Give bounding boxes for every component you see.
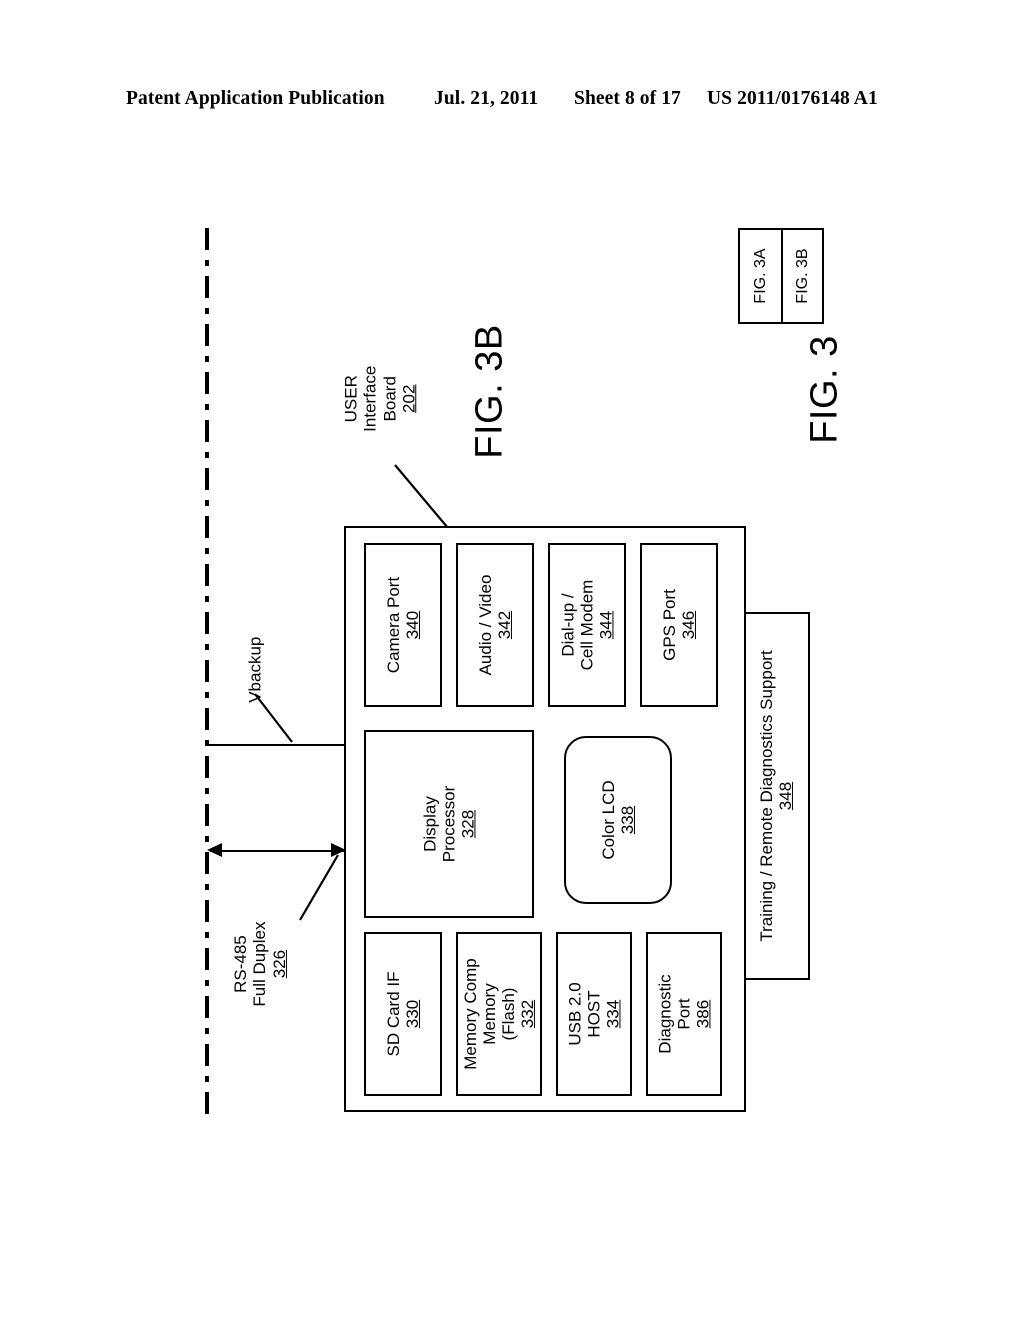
vbackup-connector-line [207, 744, 346, 746]
display-processor-line1: Display [420, 796, 440, 852]
block-memory-comp-memory-flash: Memory Comp Memory (Flash) 332 [456, 932, 542, 1096]
block-diagnostic-port-label: Diagnostic Port 386 [655, 974, 712, 1053]
block-camera-port-label: Camera Port 340 [384, 577, 422, 673]
diagnostic-port-line1: Diagnostic [655, 974, 675, 1054]
block-color-lcd: Color LCD 338 [564, 736, 672, 904]
rs485-leader [299, 854, 339, 921]
figure-caption-3b: FIG. 3B [469, 322, 512, 462]
block-gps-port: GPS Port 346 [640, 543, 718, 707]
sd-card-if-line1: SD Card IF [383, 971, 403, 1057]
figure-caption-3b-text: FIG. 3B [468, 324, 511, 459]
gps-port-ref-number: 346 [679, 610, 698, 640]
block-sd-card-if-label: SD Card IF 330 [384, 971, 422, 1056]
block-dialup-cell-modem-label: Dial-up / Cell Modem 344 [558, 580, 615, 671]
user-interface-board: Camera Port 340 Audio / Video 342 Dial-u… [344, 526, 746, 1112]
board-label: USER Interface Board 202 [341, 344, 419, 454]
block-gps-port-label: GPS Port 346 [660, 589, 698, 661]
memory-line1: Memory Comp [460, 958, 480, 1070]
figure-caption-3: FIG. 3 [804, 325, 847, 455]
block-usb-host: USB 2.0 HOST 334 [556, 932, 632, 1096]
usb-host-line1: USB 2.0 [565, 982, 585, 1046]
rs485-connector-line [210, 850, 344, 852]
dialup-line2: Cell Modem [577, 579, 597, 671]
block-display-processor: Display Processor 328 [364, 730, 534, 918]
rs485-ref-number: 326 [269, 949, 289, 979]
usb-host-line2: HOST [584, 990, 604, 1038]
block-display-processor-label: Display Processor 328 [420, 786, 477, 863]
block-color-lcd-label: Color LCD 338 [599, 780, 637, 859]
figure-key-box: FIG. 3A FIG. 3B [738, 228, 824, 324]
gps-port-line1: GPS Port [659, 589, 679, 661]
dialup-line1: Dial-up / [558, 593, 578, 657]
memory-line3: (Flash) [499, 987, 518, 1041]
sd-card-if-ref-number: 330 [403, 999, 422, 1029]
audio-video-line1: Audio / Video [475, 574, 495, 676]
figure-key-cell-3b: FIG. 3B [781, 230, 822, 322]
display-processor-line2: Processor [439, 785, 459, 863]
sheet-boundary-dashdot-line [205, 228, 209, 1120]
block-usb-host-label: USB 2.0 HOST 334 [565, 982, 622, 1045]
camera-port-ref-number: 340 [403, 610, 422, 640]
board-label-line2: Interface [360, 365, 380, 432]
block-sd-card-if: SD Card IF 330 [364, 932, 442, 1096]
diagnostic-port-line2: Port [674, 998, 694, 1030]
block-training-remote-diagnostics-support: Training / Remote Diagnostics Support 34… [742, 612, 810, 980]
block-audio-video-label: Audio / Video 342 [476, 575, 514, 676]
rs485-label: RS-485 Full Duplex 326 [231, 909, 289, 1019]
usb-host-ref-number: 334 [603, 999, 623, 1029]
block-camera-port: Camera Port 340 [364, 543, 442, 707]
figure-caption-3-text: FIG. 3 [803, 335, 846, 444]
color-lcd-ref-number: 338 [618, 805, 637, 835]
board-ref-number: 202 [399, 384, 419, 413]
vbackup-label-text: Vbackup [245, 636, 265, 703]
figure-key-cell-3b-text: FIG. 3B [793, 248, 811, 304]
audio-video-ref-number: 342 [495, 610, 514, 640]
diagnostic-port-ref-number: 386 [693, 999, 713, 1029]
figure-key-cell-3a-text: FIG. 3A [751, 248, 769, 304]
rs485-label-line1: RS-485 [230, 935, 250, 993]
display-processor-ref-number: 328 [458, 809, 478, 839]
memory-ref-number: 332 [518, 999, 538, 1029]
color-lcd-line1: Color LCD [598, 780, 618, 860]
board-label-line1: USER [341, 375, 361, 423]
block-audio-video: Audio / Video 342 [456, 543, 534, 707]
training-line1: Training / Remote Diagnostics Support [756, 650, 776, 942]
block-diagnostic-port: Diagnostic Port 386 [646, 932, 722, 1096]
block-memory-comp-memory-flash-label: Memory Comp Memory (Flash) 332 [461, 958, 537, 1069]
memory-line2: Memory [479, 983, 499, 1045]
vbackup-label: Vbackup [245, 620, 264, 720]
block-dialup-cell-modem: Dial-up / Cell Modem 344 [548, 543, 626, 707]
board-label-line3: Board [380, 376, 399, 422]
training-ref-number: 348 [776, 781, 795, 811]
board-label-leader [394, 464, 449, 529]
figure-key-cell-3a: FIG. 3A [740, 230, 781, 322]
block-training-remote-diagnostics-support-label: Training / Remote Diagnostics Support 34… [757, 650, 795, 941]
rs485-label-line2: Full Duplex [250, 921, 270, 1007]
camera-port-line1: Camera Port [383, 576, 403, 674]
figure-canvas: Vbackup RS-485 Full Duplex 326 USER Inte… [0, 0, 1024, 1320]
dialup-ref-number: 344 [596, 610, 616, 640]
